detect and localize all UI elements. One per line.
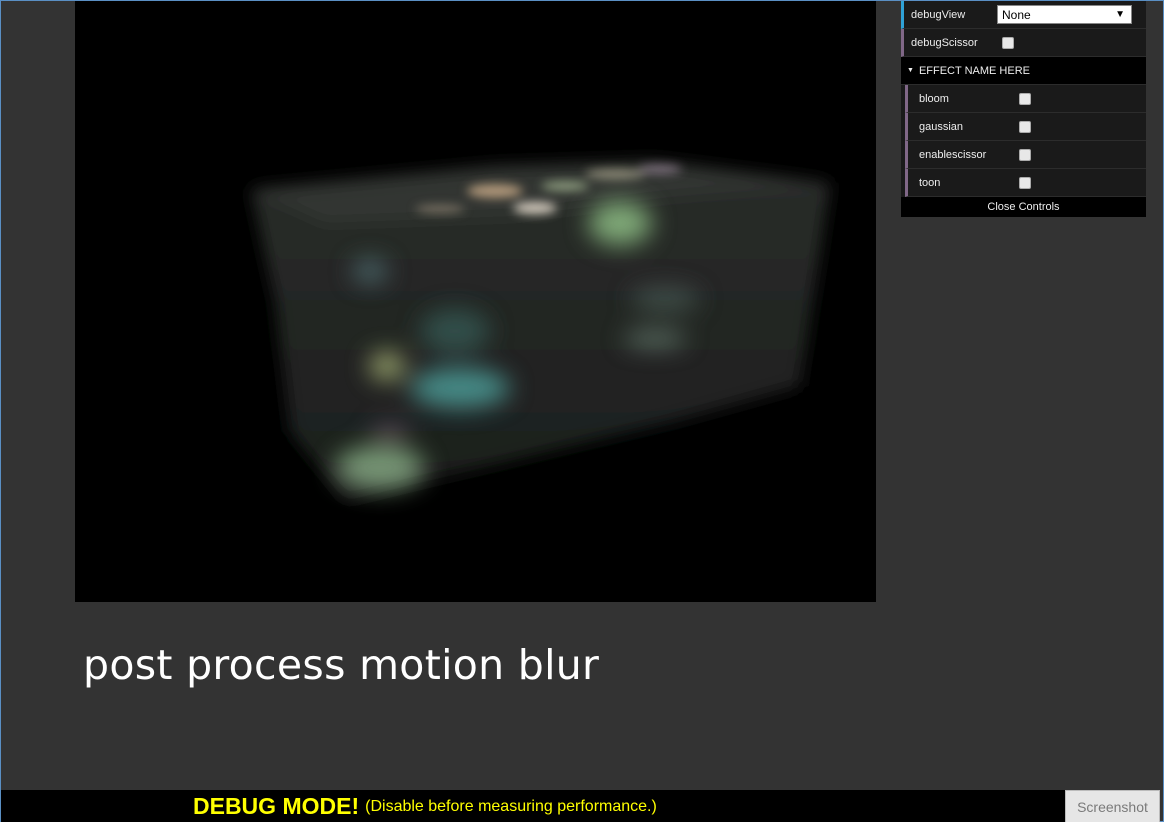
debug-mode-banner: DEBUG MODE! (Disable before measuring pe… xyxy=(1,790,1065,822)
screenshot-button[interactable]: Screenshot xyxy=(1065,790,1160,822)
debug-scissor-label: debugScissor xyxy=(911,36,978,49)
blurred-scene xyxy=(251,161,830,501)
controls-panel: debugView None ▼ debugScissor ▼ EFFECT N… xyxy=(901,1,1146,217)
dropdown-arrow-icon: ▼ xyxy=(1115,9,1125,20)
effect-folder-title[interactable]: ▼ EFFECT NAME HERE xyxy=(901,57,1146,85)
effect-label: toon xyxy=(919,176,941,189)
folder-caret-icon: ▼ xyxy=(907,67,914,74)
debug-scissor-row: debugScissor xyxy=(901,29,1146,57)
debug-view-select[interactable]: None ▼ xyxy=(997,5,1132,24)
debug-mode-note: (Disable before measuring performance.) xyxy=(365,797,657,815)
bloom-checkbox[interactable] xyxy=(1019,92,1031,105)
debug-view-value: None xyxy=(1002,7,1031,22)
effect-row-enablescissor: enablescissor xyxy=(905,141,1146,169)
page-caption: post process motion blur xyxy=(83,641,600,689)
effect-row-bloom: bloom xyxy=(905,85,1146,113)
effect-row-gaussian: gaussian xyxy=(905,113,1146,141)
effect-row-toon: toon xyxy=(905,169,1146,197)
folder-title-label: EFFECT NAME HERE xyxy=(918,64,1030,77)
enablescissor-checkbox[interactable] xyxy=(1019,148,1031,161)
close-controls-button[interactable]: Close Controls xyxy=(901,197,1146,217)
debug-scissor-checkbox[interactable] xyxy=(1002,36,1014,49)
effect-label: enablescissor xyxy=(919,148,987,161)
render-canvas[interactable] xyxy=(75,1,876,602)
effect-label: bloom xyxy=(919,92,949,105)
debug-mode-title: DEBUG MODE! xyxy=(193,793,360,819)
debug-view-row: debugView None ▼ xyxy=(901,1,1146,29)
gaussian-checkbox[interactable] xyxy=(1019,120,1031,133)
debug-view-label: debugView xyxy=(911,8,966,21)
toon-checkbox[interactable] xyxy=(1019,176,1031,189)
effect-label: gaussian xyxy=(919,120,964,133)
